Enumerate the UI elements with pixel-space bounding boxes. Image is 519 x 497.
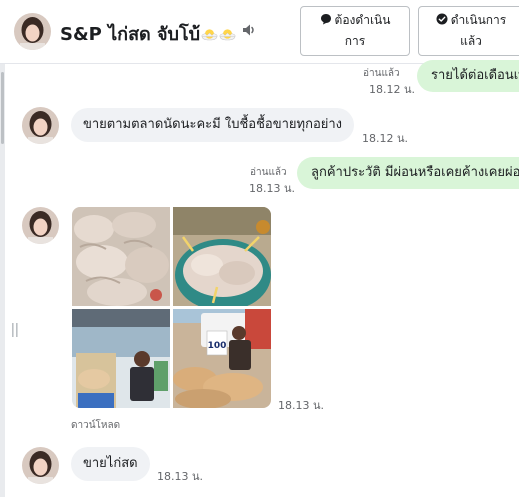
incoming-message[interactable]: ขายไก่สด [71,447,150,481]
outgoing-message[interactable]: ลูกค้าประวัติ มีผ่อนหรือเคยค้างเคยผ่อน [297,157,519,189]
chat-title: S&P ไก่สด จับโบ้ [60,19,236,48]
message-time: 18.12 น. [362,132,409,145]
chicken-tub-photo[interactable] [173,207,271,306]
incoming-message[interactable]: ขายตามตลาดนัดนะคะมี ใบชื้อชื้อขายทุกอย่า… [71,108,355,142]
chat-bubble-icon [320,14,331,25]
chick-emoji-icon [219,29,236,41]
market-stall-photo[interactable] [72,309,170,408]
message-time: 18.13 น. [278,399,325,412]
chicken-photo[interactable] [72,207,170,306]
contact-avatar[interactable] [14,13,51,50]
message-time: 18.13 น. [249,182,296,195]
read-receipt: อ่านแล้ว [363,68,400,79]
sender-avatar[interactable] [22,107,59,144]
message-time: 18.13 น. [157,470,204,483]
speaker-icon[interactable] [241,22,257,38]
needs-action-label: ต้องดำเนิน [334,13,391,27]
chat-title-text: S&P ไก่สด จับโบ้ [60,24,201,45]
resize-handle-icon[interactable] [11,322,19,338]
check-circle-icon [436,13,448,25]
scroll-track[interactable] [0,64,5,497]
chicken-truck-photo[interactable]: 100 [173,309,271,408]
photo-attachment-grid[interactable]: 100 [72,207,271,408]
download-link[interactable]: ดาวน์โหลด [71,418,120,433]
scroll-thumb[interactable] [1,72,4,144]
done-label: ดำเนินการ [450,13,507,27]
needs-action-button[interactable]: ต้องดำเนิน การ [300,6,410,56]
price-sign-text: 100 [208,341,227,351]
outgoing-message[interactable]: รายได้ต่อเดือนเท่าไหร่ [417,60,519,92]
sender-avatar[interactable] [22,447,59,484]
chick-emoji-icon [201,29,218,41]
chat-header: S&P ไก่สด จับโบ้ ต้องดำเนิน การ ดำเนินกา… [0,0,519,64]
needs-action-label-2: การ [344,34,366,48]
message-time: 18.12 น. [369,83,416,96]
sender-avatar[interactable] [22,207,59,244]
done-button[interactable]: ดำเนินการ แล้ว [418,6,519,56]
read-receipt: อ่านแล้ว [250,167,287,178]
done-label-2: แล้ว [460,34,482,48]
